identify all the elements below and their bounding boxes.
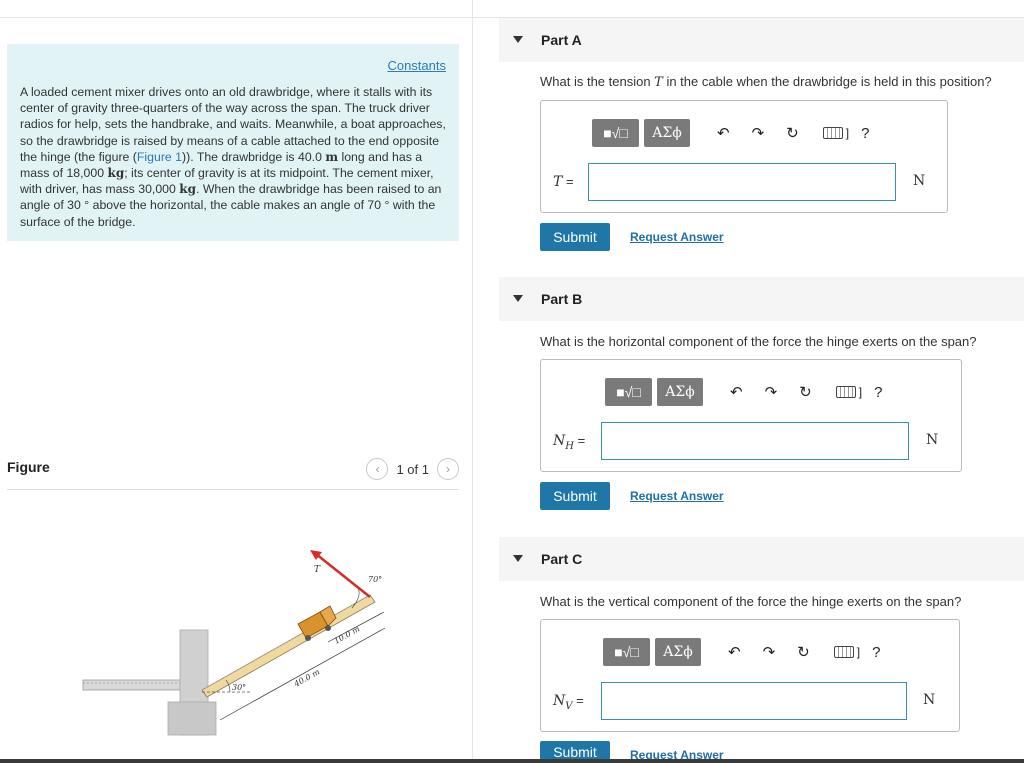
math-template-button[interactable]: ■√□ [592, 119, 639, 147]
part-a-unit: N [913, 173, 926, 189]
keyboard-icon[interactable] [822, 127, 843, 139]
reset-icon[interactable]: ↻ [797, 643, 810, 661]
collapse-triangle-icon[interactable] [513, 295, 523, 302]
part-b-answer-input[interactable] [601, 422, 909, 460]
part-a-variable: T = [553, 174, 574, 190]
collapse-triangle-icon[interactable] [513, 36, 523, 43]
keyboard-bracket: ] [845, 126, 850, 140]
part-c-header[interactable]: Part C [499, 537, 1024, 581]
label-40m: 40.0 m [292, 667, 322, 689]
bottom-bar [0, 759, 1024, 763]
math-template-button[interactable]: ■√□ [603, 638, 650, 666]
redo-icon[interactable]: ↷ [765, 383, 778, 401]
part-a-request-answer-link[interactable]: Request Answer [630, 230, 724, 244]
part-c-toolbar: ■√□ ΑΣϕ ↶ ↷ ↻ ] ? [603, 638, 880, 666]
greek-symbols-button[interactable]: ΑΣϕ [655, 638, 701, 666]
part-b-toolbar: ■√□ ΑΣϕ ↶ ↷ ↻ ] ? [605, 378, 882, 406]
redo-icon[interactable]: ↷ [763, 643, 776, 661]
greek-symbols-button[interactable]: ΑΣϕ [657, 378, 703, 406]
undo-icon[interactable]: ↶ [717, 124, 730, 142]
next-figure-button[interactable]: › [437, 458, 459, 480]
part-a-toolbar: ■√□ ΑΣϕ ↶ ↷ ↻ ] ? [592, 119, 869, 147]
figure-header: Figure ‹ 1 of 1 › [7, 456, 459, 490]
figure-pager: ‹ 1 of 1 › [366, 458, 459, 480]
part-b-variable: NH = [553, 433, 586, 452]
reset-icon[interactable]: ↻ [786, 124, 799, 142]
constants-link[interactable]: Constants [387, 58, 446, 73]
part-c-answer-input[interactable] [601, 682, 907, 720]
collapse-triangle-icon[interactable] [513, 555, 523, 562]
part-a-submit-button[interactable]: Submit [540, 223, 610, 251]
undo-icon[interactable]: ↶ [730, 383, 743, 401]
problem-statement: A loaded cement mixer drives onto an old… [20, 85, 446, 229]
undo-icon[interactable]: ↶ [728, 643, 741, 661]
reset-icon[interactable]: ↻ [799, 383, 812, 401]
keyboard-icon[interactable] [835, 386, 856, 398]
label-T: T [314, 565, 321, 575]
keyboard-icon[interactable] [833, 646, 854, 658]
part-b-request-answer-link[interactable]: Request Answer [630, 489, 724, 503]
figure-1-link[interactable]: Figure 1 [137, 150, 182, 164]
label-30: 30° [232, 683, 246, 692]
figure-label: Figure [7, 459, 50, 475]
part-b-title: Part B [541, 291, 583, 307]
pager-text: 1 of 1 [396, 461, 429, 477]
part-a-answer-box: ■√□ ΑΣϕ ↶ ↷ ↻ ] ? T = N [540, 100, 948, 213]
part-c-variable: NV = [553, 693, 584, 712]
help-icon[interactable]: ? [861, 125, 869, 142]
keyboard-bracket: ] [858, 385, 863, 399]
part-c-question: What is the vertical component of the fo… [540, 594, 962, 609]
label-70: 70° [368, 575, 382, 584]
part-a-answer-input[interactable] [588, 163, 896, 201]
prev-figure-button[interactable]: ‹ [366, 458, 389, 480]
part-b-unit: N [926, 432, 939, 448]
part-b-answer-box: ■√□ ΑΣϕ ↶ ↷ ↻ ] ? NH = N [540, 359, 962, 472]
part-c-title: Part C [541, 551, 583, 567]
math-template-button[interactable]: ■√□ [605, 378, 652, 406]
part-b-submit-button[interactable]: Submit [540, 482, 610, 510]
drawbridge-figure: T 70° 10.0 m 40.0 m 30° [82, 550, 386, 736]
redo-icon[interactable]: ↷ [752, 124, 765, 142]
help-icon[interactable]: ? [872, 644, 880, 661]
pier-base [167, 701, 217, 736]
part-c-unit: N [923, 692, 936, 708]
part-b-question: What is the horizontal component of the … [540, 334, 977, 349]
part-a-header[interactable]: Part A [499, 18, 1024, 62]
part-c-answer-box: ■√□ ΑΣϕ ↶ ↷ ↻ ] ? NV = N [540, 619, 960, 732]
greek-symbols-button[interactable]: ΑΣϕ [644, 119, 690, 147]
part-b-header[interactable]: Part B [499, 277, 1024, 321]
help-icon[interactable]: ? [874, 384, 882, 401]
left-panel: Constants A loaded cement mixer drives o… [0, 0, 473, 763]
label-10m: 10.0 m [333, 624, 362, 646]
keyboard-bracket: ] [856, 645, 861, 659]
cable-tension-arrow [315, 553, 371, 598]
problem-intro-box: Constants A loaded cement mixer drives o… [7, 44, 459, 241]
part-a-title: Part A [541, 32, 582, 48]
part-a-question: What is the tension T in the cable when … [540, 74, 992, 90]
